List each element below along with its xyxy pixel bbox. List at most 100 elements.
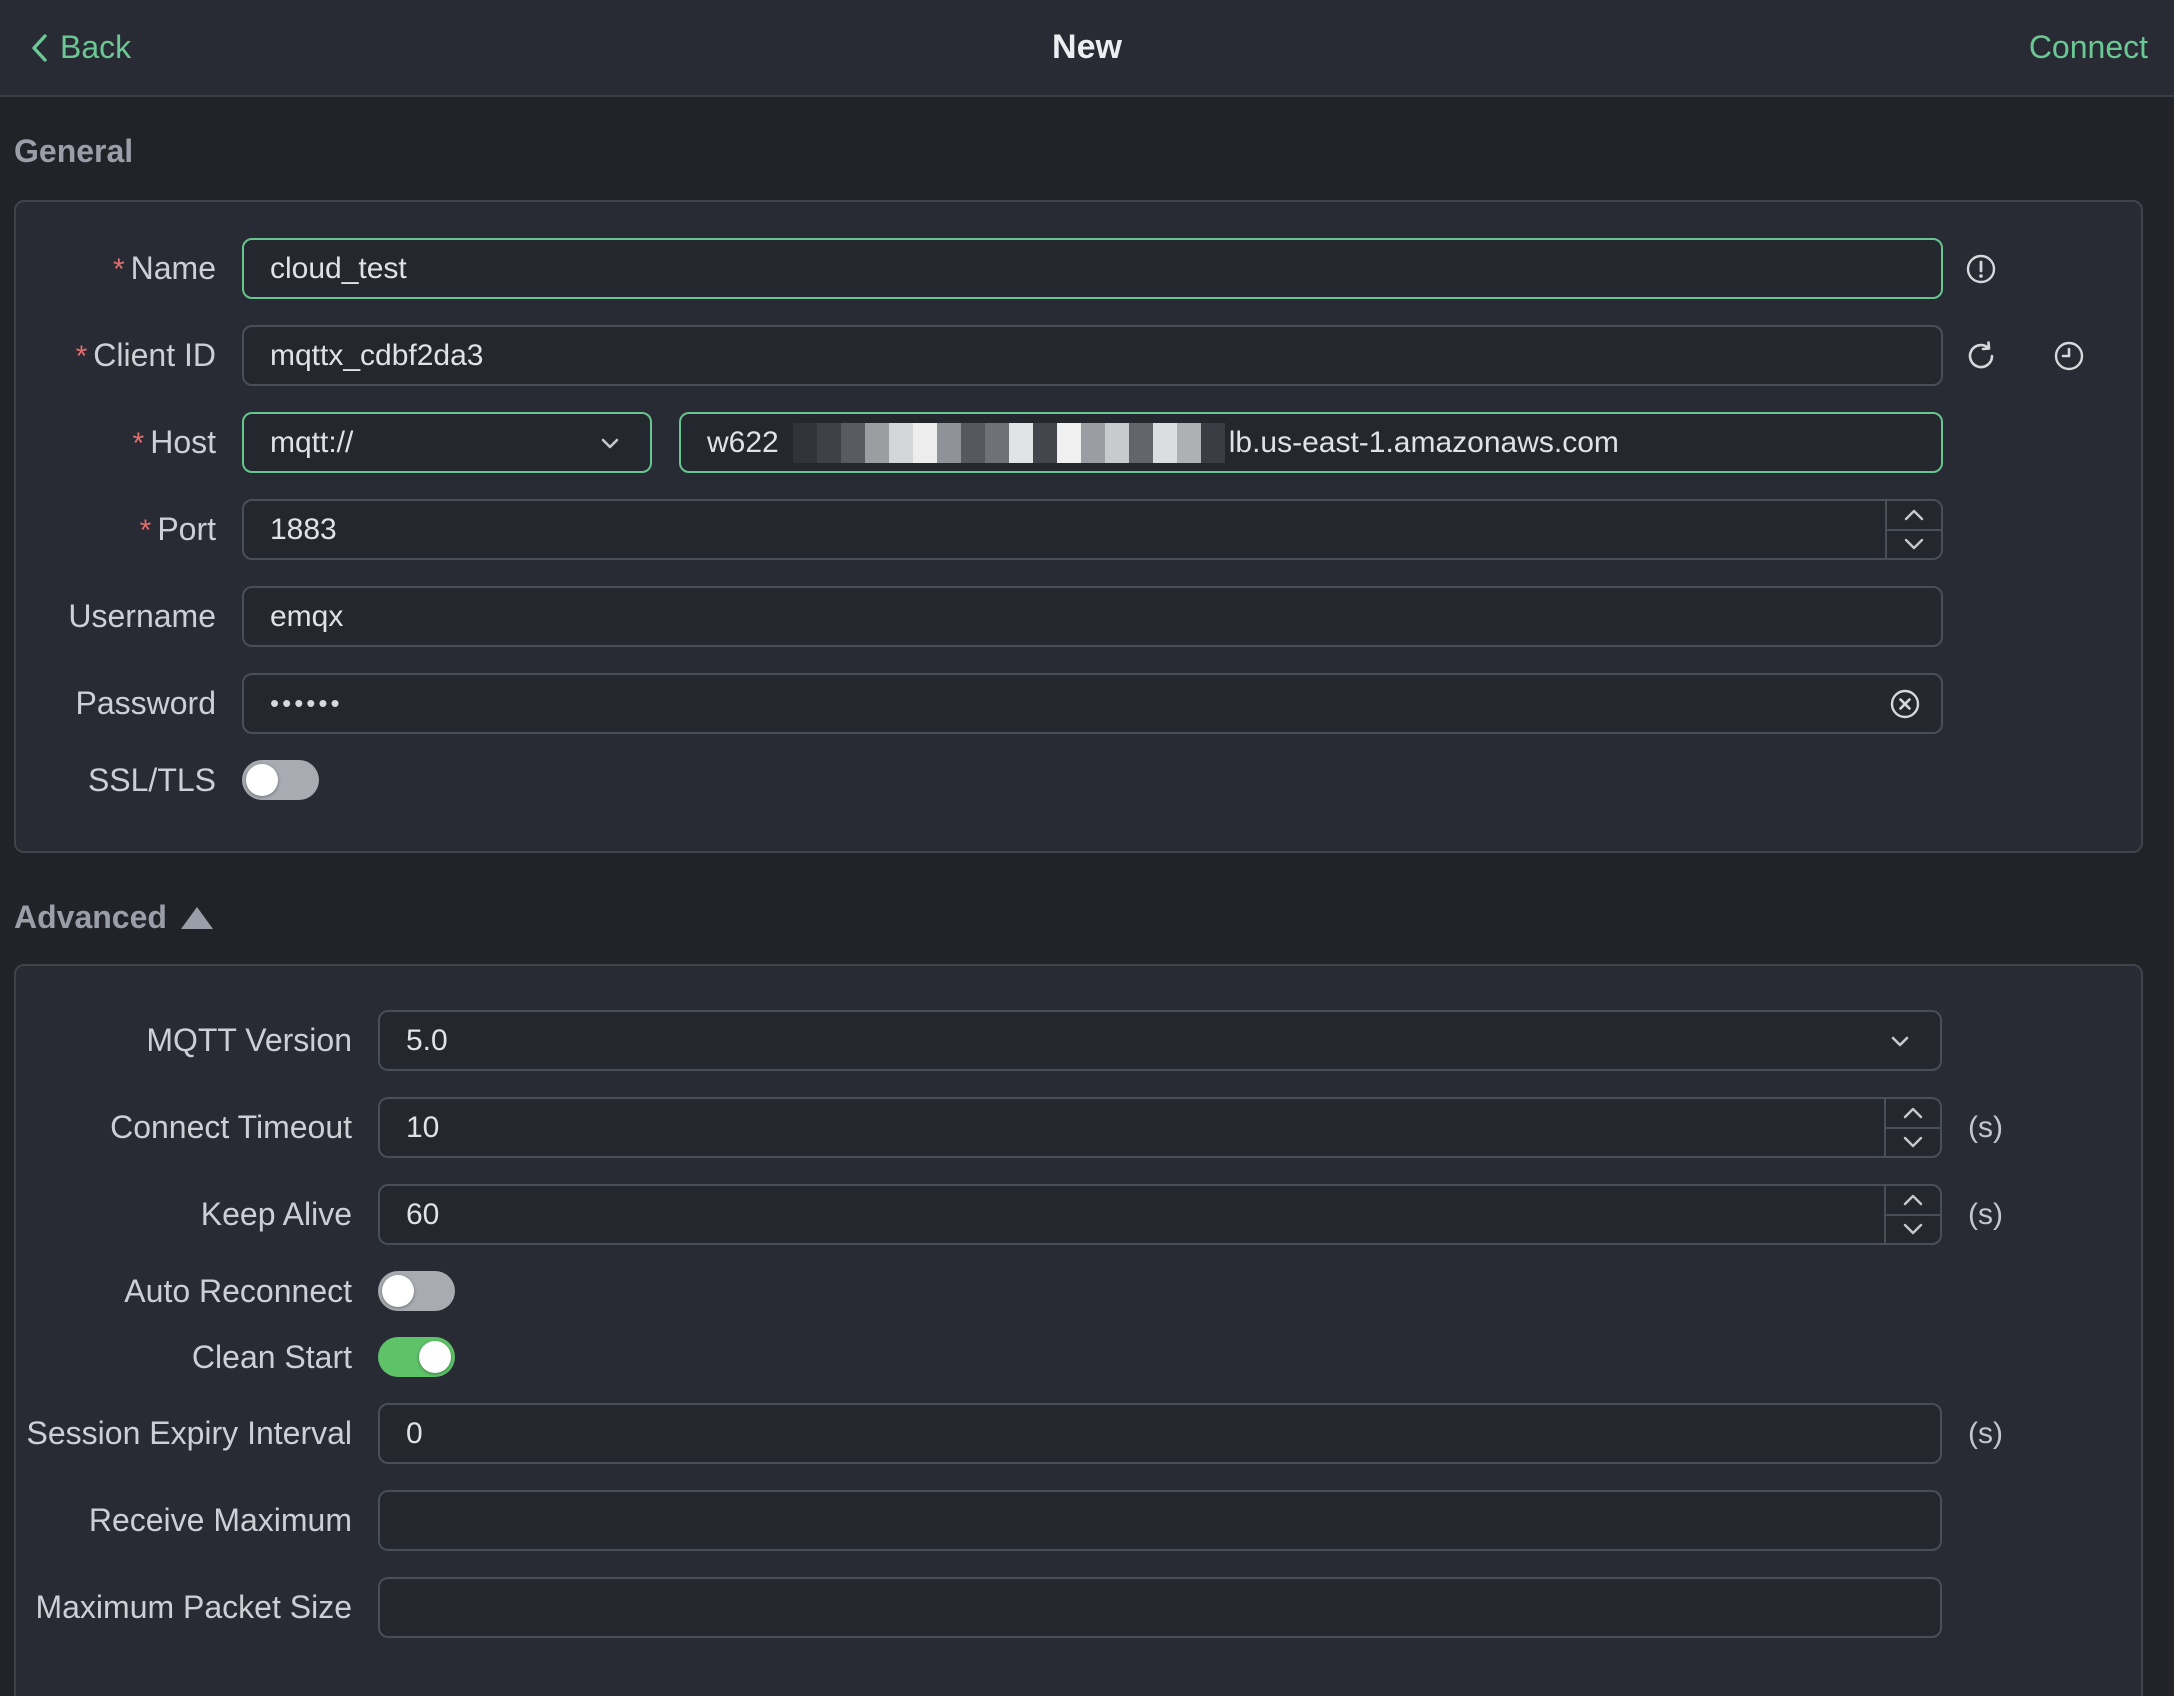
password-row: Password •••••• xyxy=(16,673,2141,734)
stepper-down-button[interactable] xyxy=(1886,1129,1940,1157)
client-id-label: * Client ID xyxy=(75,337,216,373)
stepper-down-button[interactable] xyxy=(1887,531,1941,559)
host-address-prefix: w622 xyxy=(707,425,779,459)
session-expiry-input[interactable]: 0 xyxy=(378,1403,1942,1464)
connect-timeout-row: Connect Timeout 10 (s) xyxy=(16,1097,2141,1158)
auto-reconnect-label: Auto Reconnect xyxy=(124,1272,352,1309)
clear-password-icon[interactable] xyxy=(1889,688,1921,720)
clean-start-toggle[interactable] xyxy=(378,1337,455,1377)
port-label: * Port xyxy=(139,511,216,547)
password-label: Password xyxy=(75,685,217,721)
host-row: * Host mqtt:// w622 lb.us-east-1.amazonaw… xyxy=(16,412,2141,473)
advanced-panel: MQTT Version 5.0 Connect Timeout 10 (s) … xyxy=(14,964,2143,1696)
top-bar: Back New Connect xyxy=(0,0,2174,97)
chevron-down-icon xyxy=(596,429,624,457)
connect-timeout-label: Connect Timeout xyxy=(110,1109,352,1145)
ssl-label: SSL/TLS xyxy=(87,761,216,798)
chevron-up-icon xyxy=(1901,1191,1925,1209)
name-label: * Name xyxy=(112,250,216,286)
keep-alive-label: Keep Alive xyxy=(200,1196,352,1232)
toggle-knob xyxy=(419,1341,451,1373)
redacted-host-segment xyxy=(792,422,1225,463)
ssl-toggle[interactable] xyxy=(242,760,319,800)
connect-timeout-value: 10 xyxy=(406,1110,440,1144)
back-button[interactable]: Back xyxy=(26,29,131,66)
advanced-heading-label: Advanced xyxy=(14,899,167,935)
general-section-heading: General xyxy=(14,133,2143,170)
chevron-down-icon xyxy=(1901,1133,1925,1151)
warning-icon xyxy=(1965,253,1997,285)
required-asterisk: * xyxy=(139,514,152,547)
receive-maximum-label: Receive Maximum xyxy=(88,1502,352,1538)
advanced-section-heading[interactable]: Advanced xyxy=(14,899,2143,936)
name-value: cloud_test xyxy=(270,251,407,285)
collapse-triangle-icon xyxy=(180,906,213,929)
session-expiry-label: Session Expiry Interval xyxy=(26,1415,352,1451)
password-value: •••••• xyxy=(270,688,343,718)
ssl-row: SSL/TLS xyxy=(16,760,2141,800)
keep-alive-stepper xyxy=(1884,1186,1940,1243)
chevron-down-icon xyxy=(1901,1220,1925,1238)
stepper-up-button[interactable] xyxy=(1887,501,1941,531)
refresh-icon[interactable] xyxy=(1965,340,1997,372)
password-input[interactable]: •••••• xyxy=(242,673,1943,734)
auto-reconnect-row: Auto Reconnect xyxy=(16,1271,2141,1311)
general-heading-label: General xyxy=(14,133,134,169)
connect-timeout-input[interactable]: 10 xyxy=(378,1097,1942,1158)
mqtt-version-row: MQTT Version 5.0 xyxy=(16,1010,2141,1071)
connect-timeout-unit: (s) xyxy=(1968,1110,2003,1144)
page-title: New xyxy=(1052,28,1122,66)
host-label: * Host xyxy=(132,424,216,460)
connect-timeout-stepper xyxy=(1884,1099,1940,1156)
keep-alive-row: Keep Alive 60 (s) xyxy=(16,1184,2141,1245)
keep-alive-unit: (s) xyxy=(1968,1197,2003,1231)
required-asterisk: * xyxy=(132,427,145,460)
stepper-down-button[interactable] xyxy=(1886,1216,1940,1244)
username-input[interactable]: emqx xyxy=(242,586,1943,647)
max-packet-size-input[interactable] xyxy=(378,1577,1942,1638)
client-id-value: mqttx_cdbf2da3 xyxy=(270,338,484,372)
username-value: emqx xyxy=(270,599,344,633)
session-expiry-value: 0 xyxy=(406,1416,423,1450)
keep-alive-value: 60 xyxy=(406,1197,440,1231)
host-protocol-value: mqtt:// xyxy=(270,425,354,459)
history-icon[interactable] xyxy=(2053,340,2085,372)
port-row: * Port 1883 xyxy=(16,499,2141,560)
clean-start-label: Clean Start xyxy=(191,1338,352,1375)
port-input[interactable]: 1883 xyxy=(242,499,1943,560)
max-packet-size-row: Maximum Packet Size xyxy=(16,1577,2141,1638)
clean-start-row: Clean Start xyxy=(16,1337,2141,1377)
stepper-up-button[interactable] xyxy=(1886,1186,1940,1216)
max-packet-size-label: Maximum Packet Size xyxy=(35,1589,352,1625)
chevron-down-icon xyxy=(1902,535,1926,553)
chevron-up-icon xyxy=(1902,506,1926,524)
required-asterisk: * xyxy=(112,253,125,286)
host-address-suffix: lb.us-east-1.amazonaws.com xyxy=(1228,425,1619,459)
chevron-down-icon xyxy=(1886,1027,1914,1055)
receive-maximum-input[interactable] xyxy=(378,1490,1942,1551)
required-asterisk: * xyxy=(75,340,88,373)
stepper-up-button[interactable] xyxy=(1886,1099,1940,1129)
session-expiry-row: Session Expiry Interval 0 (s) xyxy=(16,1403,2141,1464)
toggle-knob xyxy=(246,764,278,796)
chevron-left-icon xyxy=(26,31,52,65)
chevron-up-icon xyxy=(1901,1104,1925,1122)
session-expiry-unit: (s) xyxy=(1968,1416,2003,1450)
back-label: Back xyxy=(60,29,132,65)
username-label: Username xyxy=(68,598,216,634)
mqtt-version-select[interactable]: 5.0 xyxy=(378,1010,1942,1071)
receive-maximum-row: Receive Maximum xyxy=(16,1490,2141,1551)
host-protocol-select[interactable]: mqtt:// xyxy=(242,412,652,473)
host-address-input[interactable]: w622 lb.us-east-1.amazonaws.com xyxy=(679,412,1943,473)
port-value: 1883 xyxy=(270,512,337,546)
client-id-input[interactable]: mqttx_cdbf2da3 xyxy=(242,325,1943,386)
name-input[interactable]: cloud_test xyxy=(242,238,1943,299)
username-row: Username emqx xyxy=(16,586,2141,647)
mqtt-version-label: MQTT Version xyxy=(146,1022,352,1058)
client-id-row: * Client ID mqttx_cdbf2da3 xyxy=(16,325,2141,386)
keep-alive-input[interactable]: 60 xyxy=(378,1184,1942,1245)
auto-reconnect-toggle[interactable] xyxy=(378,1271,455,1311)
toggle-knob xyxy=(382,1275,414,1307)
port-stepper xyxy=(1885,501,1941,558)
connect-button[interactable]: Connect xyxy=(2029,29,2148,66)
